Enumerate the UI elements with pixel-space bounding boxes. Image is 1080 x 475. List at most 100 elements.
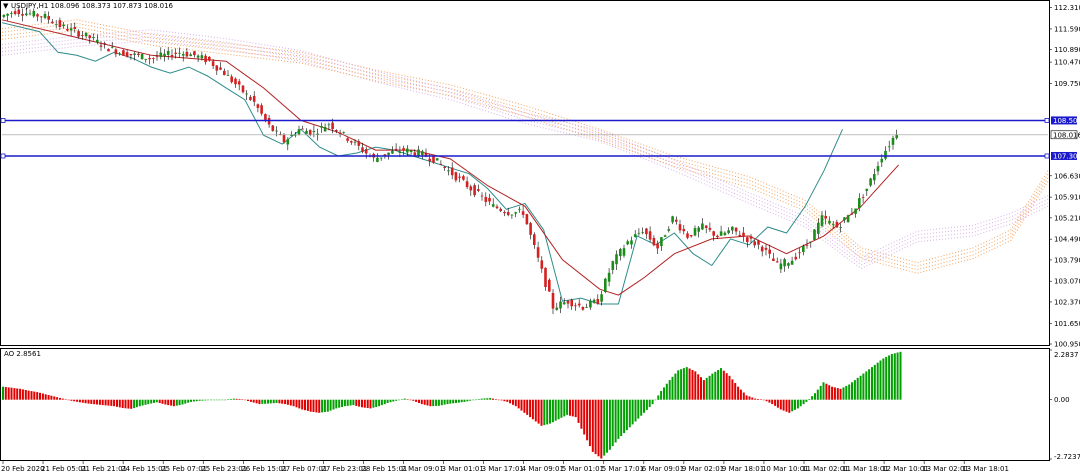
candle-up	[641, 232, 644, 234]
ao-bar-up	[326, 399, 329, 412]
candle-up	[10, 13, 13, 14]
candle-up	[873, 174, 876, 181]
time-tick-label: 20 Feb 2020	[1, 465, 45, 473]
ao-bar-down	[90, 399, 93, 404]
chart-area: ▼ USDJPY,H1 108.096 108.373 107.873 108.…	[0, 0, 1080, 475]
ao-bar-up	[477, 399, 480, 400]
candle-down	[428, 158, 431, 162]
ao-bar-up	[201, 399, 204, 401]
price-tick-label: 104.490	[1054, 236, 1080, 244]
ao-bar-up	[890, 354, 893, 400]
ao-bar-down	[76, 399, 79, 402]
candle-up	[697, 227, 700, 232]
ichimoku-span-b	[1, 36, 1049, 266]
ao-bar-up	[187, 399, 190, 403]
candle-up	[245, 93, 248, 95]
ao-bar-down	[301, 399, 304, 410]
candle-down	[753, 241, 756, 246]
candle-down	[536, 247, 540, 258]
ao-bar-up	[210, 399, 212, 401]
candle-down	[234, 78, 237, 85]
candle-up	[353, 141, 357, 143]
ao-bar-up	[563, 399, 566, 417]
candle-down	[252, 95, 256, 102]
level-handle	[1044, 118, 1050, 123]
ao-bar-up	[614, 399, 617, 443]
ao-bar-down	[87, 399, 90, 404]
price-tick-label: 112.310	[1054, 4, 1080, 12]
ao-bar-up	[896, 352, 899, 400]
ao-bar-up	[389, 399, 392, 403]
candle-up	[887, 146, 891, 148]
candle-down	[129, 54, 133, 56]
time-tick-label: 26 Feb 15:01	[241, 465, 287, 473]
ao-bar-up	[224, 399, 227, 401]
ao-bar-down	[284, 399, 287, 405]
ao-bar-up	[882, 358, 885, 400]
candle-down	[36, 14, 39, 17]
candle-up	[62, 24, 65, 27]
time-tick-label: 13 Mar 18:01	[962, 465, 1009, 473]
ao-bar-down	[688, 368, 691, 400]
ao-bar-up	[457, 399, 460, 403]
candle-down	[548, 279, 551, 292]
ao-bar-up	[349, 399, 352, 406]
ao-bar-down	[81, 399, 84, 403]
ao-bar-down	[98, 399, 101, 405]
ao-bar-down	[534, 399, 537, 422]
candle-up	[869, 178, 872, 186]
candle-up	[226, 75, 230, 76]
ao-bar-down	[731, 379, 734, 400]
price-tick-label: 110.470	[1054, 59, 1080, 67]
ao-bar-down	[73, 399, 76, 402]
time-tick-label: 21 Feb 21:01	[81, 465, 127, 473]
candle-up	[163, 53, 166, 57]
candle-up	[391, 150, 394, 154]
candle-up	[622, 248, 626, 256]
candle-down	[237, 81, 241, 85]
ao-bar-down	[172, 399, 175, 407]
ao-bar-up	[332, 399, 335, 410]
ao-bar-up	[685, 367, 688, 400]
ao-bar-up	[184, 399, 187, 404]
time-tick-label: 27 Feb 23:01	[321, 465, 367, 473]
candle-up	[589, 300, 592, 308]
candle-down	[282, 134, 286, 143]
candle-down	[488, 197, 491, 202]
ao-bar-up	[380, 399, 383, 406]
ao-bar-up	[634, 399, 637, 422]
ao-bar-up	[275, 399, 278, 403]
ao-bar-down	[39, 392, 41, 400]
candle-up	[342, 132, 346, 133]
ao-bar-up	[546, 399, 549, 425]
ao-bar-up	[221, 399, 224, 401]
candle-up	[421, 151, 424, 155]
candle-down	[137, 53, 140, 55]
ao-bar-down	[21, 389, 24, 400]
ao-layer	[2, 351, 902, 459]
ao-bar-down	[836, 388, 839, 400]
ao-bar-down	[64, 399, 67, 400]
candle-down	[734, 227, 738, 232]
ao-bar-down	[238, 399, 241, 400]
candle-down	[114, 49, 118, 55]
ao-bar-down	[53, 396, 56, 400]
candle-up	[619, 249, 622, 257]
candle-up	[817, 222, 820, 234]
candle-up	[320, 126, 323, 128]
chart-dropdown-icon[interactable]: ▼	[3, 2, 9, 10]
ao-bar-up	[791, 399, 794, 412]
candle-up	[802, 246, 805, 252]
candle-up	[611, 261, 615, 270]
ao-bar-down	[312, 399, 315, 412]
ao-bar-down	[4, 387, 7, 400]
ao-bar-down	[107, 399, 110, 406]
ao-bar-down	[597, 399, 600, 457]
candle-up	[305, 130, 308, 134]
ao-bar-down	[580, 399, 583, 429]
price-tick-label: 101.650	[1054, 320, 1080, 328]
candle-up	[637, 232, 641, 234]
ao-bar-down	[286, 399, 289, 405]
candle-up	[630, 240, 633, 245]
candle-down	[577, 303, 581, 306]
